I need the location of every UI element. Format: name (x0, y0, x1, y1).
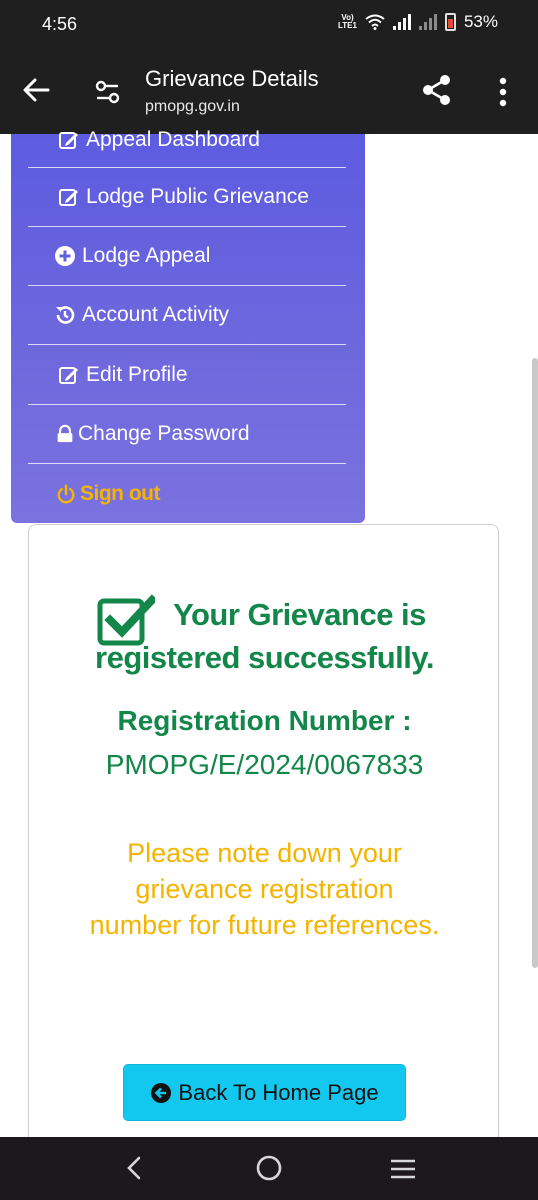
back-arrow-icon[interactable] (18, 72, 54, 108)
share-icon[interactable] (420, 72, 454, 108)
back-to-home-button[interactable]: Back To Home Page (123, 1064, 406, 1121)
tune-icon[interactable] (92, 76, 124, 108)
registration-number-label: Registration Number : (117, 705, 412, 736)
menu-item-account-activity[interactable]: Account Activity (28, 286, 346, 345)
menu-item-lodge-grievance[interactable]: Lodge Public Grievance (28, 168, 346, 227)
nav-back-icon[interactable] (120, 1153, 150, 1183)
page-title: Grievance Details (145, 66, 319, 91)
menu-item-label: Lodge Public Grievance (86, 185, 309, 208)
wifi-icon (365, 14, 385, 30)
power-icon (57, 484, 75, 503)
user-dropdown-menu: Appeal Dashboard Lodge Public Grievance … (11, 128, 365, 523)
battery-percent: 53% (463, 12, 498, 31)
edit-icon (59, 367, 78, 384)
menu-item-sign-out[interactable]: Sign out (28, 464, 346, 523)
success-heading: Your Grievance is registered successfull… (29, 593, 500, 679)
menu-item-label: Account Activity (82, 303, 230, 326)
lock-icon (57, 424, 73, 443)
success-heading-line1: Your Grievance is (173, 597, 426, 632)
menu-item-change-password[interactable]: Change Password (28, 405, 346, 464)
system-nav-bar (0, 1137, 538, 1200)
signal-icon-sim2 (418, 14, 437, 30)
note-text: Please note down your grievance registra… (89, 838, 440, 940)
arrow-circle-left-icon (151, 1082, 172, 1103)
history-icon (56, 306, 75, 324)
success-heading-line2: registered successfully. (95, 640, 434, 675)
registration-number: PMOPG/E/2024/0067833 (105, 749, 424, 780)
plus-circle-icon (55, 246, 75, 266)
nav-home-icon[interactable] (254, 1153, 284, 1183)
edit-icon (59, 189, 78, 206)
back-to-home-label: Back To Home Page (178, 1079, 379, 1105)
menu-item-label: Change Password (78, 422, 250, 445)
nav-recents-icon[interactable] (388, 1155, 418, 1183)
edit-icon (59, 131, 78, 149)
success-card: Your Grievance is registered successfull… (28, 524, 499, 1164)
menu-item-label: Sign out (80, 481, 160, 505)
status-time: 4:56 (42, 14, 78, 34)
screen: 4:56 Vo) LTE1 53% Grievance Details pmop… (0, 0, 538, 1200)
menu-item-label: Lodge Appeal (82, 244, 211, 267)
menu-item-appeal-dashboard[interactable]: Appeal Dashboard (28, 112, 346, 168)
menu-item-edit-profile[interactable]: Edit Profile (28, 346, 346, 405)
volte-icon: Vo) LTE1 (338, 13, 357, 30)
menu-item-label: Appeal Dashboard (86, 127, 260, 151)
more-vert-icon[interactable] (488, 74, 518, 110)
scrollbar[interactable] (532, 358, 538, 968)
battery-icon (444, 13, 456, 31)
status-bar: 4:56 Vo) LTE1 53% (0, 0, 538, 52)
status-icons: Vo) LTE1 53% (338, 12, 498, 32)
signal-icon (392, 14, 411, 30)
menu-item-lodge-appeal[interactable]: Lodge Appeal (28, 227, 346, 286)
menu-item-label: Edit Profile (86, 363, 188, 386)
